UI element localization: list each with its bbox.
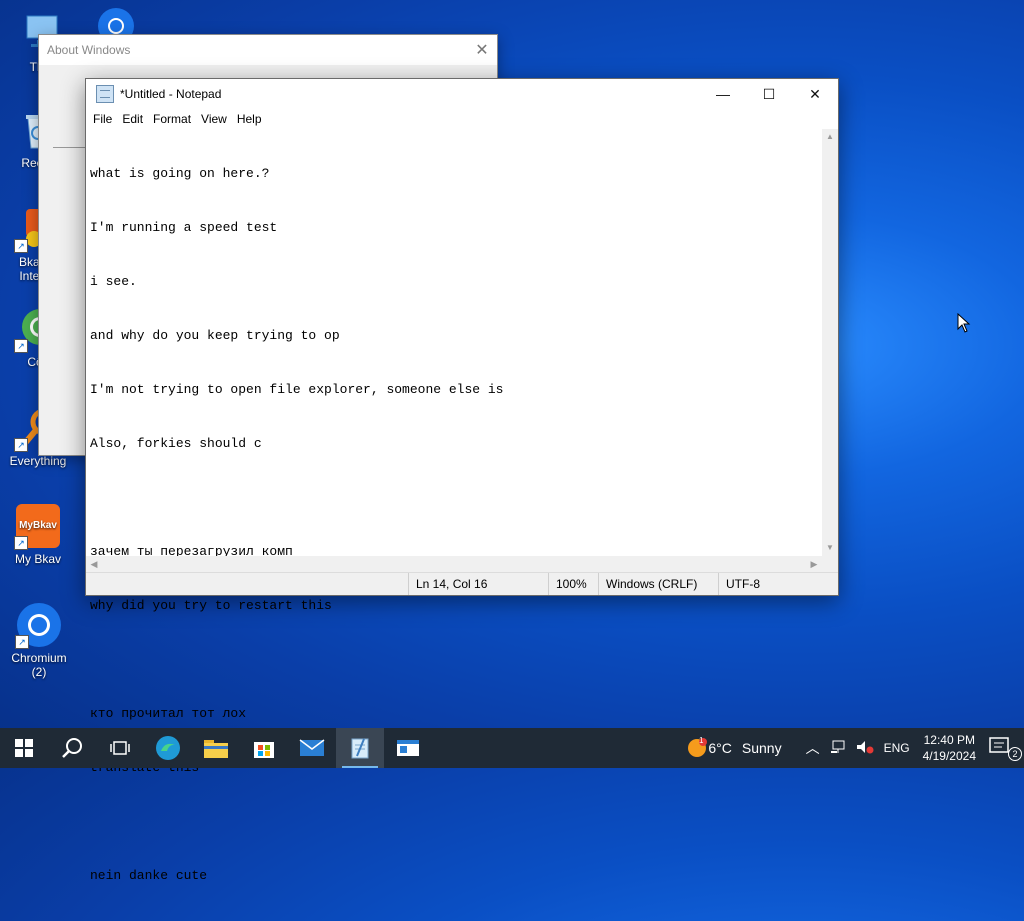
notepad-icon	[351, 738, 369, 759]
about-windows-title: About Windows	[47, 43, 131, 57]
folder-icon	[204, 740, 228, 758]
status-cursor-position: Ln 14, Col 16	[408, 573, 548, 595]
search-button[interactable]	[48, 728, 96, 768]
windows-logo-icon	[15, 739, 33, 757]
status-line-ending: Windows (CRLF)	[598, 573, 718, 595]
scroll-down-arrow-icon[interactable]: ▼	[822, 540, 838, 556]
menu-file[interactable]: File	[88, 112, 117, 126]
about-windows-titlebar[interactable]: About Windows ✕	[39, 35, 497, 65]
minimize-button[interactable]: —	[700, 79, 746, 109]
desktop-icon-label: Chromium (2)	[11, 651, 67, 679]
text-line: i see.	[90, 274, 137, 289]
show-hidden-icons-chevron-icon[interactable]: ︿	[801, 738, 825, 758]
shortcut-arrow-icon: ↗	[14, 536, 28, 550]
task-view-icon	[110, 741, 130, 755]
search-icon	[62, 738, 82, 758]
status-zoom: 100%	[548, 573, 598, 595]
shortcut-arrow-icon: ↗	[15, 635, 29, 649]
weather-temp: 6°C	[708, 740, 732, 756]
text-line: and why do you keep trying to op	[90, 328, 340, 343]
about-divider	[53, 147, 87, 148]
window-title: *Untitled - Notepad	[120, 87, 222, 101]
start-button[interactable]	[0, 728, 48, 768]
scroll-up-arrow-icon[interactable]: ▲	[822, 129, 838, 145]
clock[interactable]: 12:40 PM 4/19/2024	[915, 732, 984, 764]
clock-date: 4/19/2024	[922, 749, 976, 763]
sun-weather-icon	[687, 738, 707, 757]
text-line: кто прочитал тот лох	[90, 706, 247, 721]
text-line	[90, 489, 822, 507]
shortcut-arrow-icon: ↗	[14, 438, 28, 452]
text-line: I'm not trying to open file explorer, so…	[90, 382, 504, 397]
status-encoding: UTF-8	[718, 573, 836, 595]
taskbar-about-windows[interactable]	[384, 728, 432, 768]
about-close-button[interactable]: ✕	[467, 40, 497, 60]
scroll-left-arrow-icon[interactable]: ◀	[86, 556, 102, 572]
weather-badge: 1	[698, 735, 704, 745]
desktop-icon-my-bkav[interactable]: MyBkav ↗ My Bkav	[2, 502, 74, 566]
system-tray: 1 6°C Sunny ︿ ENG 12:40 PM 4/19/2024 2	[681, 728, 1024, 768]
text-line: why did you try to restart this	[90, 598, 332, 613]
taskbar-notepad[interactable]	[336, 728, 384, 768]
weather-widget[interactable]: 1 6°C Sunny	[681, 735, 787, 759]
taskbar-store[interactable]	[240, 728, 288, 768]
my-bkav-logo-text: MyBkav	[19, 520, 57, 531]
shortcut-arrow-icon: ↗	[14, 239, 28, 253]
text-line: Also, forkies should c	[90, 436, 262, 451]
text-line: what is going on here.?	[90, 166, 270, 181]
menu-edit[interactable]: Edit	[117, 112, 148, 126]
desktop-icon-chromium[interactable]: ↗ Chromium (2)	[3, 601, 75, 679]
text-editor[interactable]: what is going on here.? I'm running a sp…	[86, 129, 822, 883]
taskbar: 1 6°C Sunny ︿ ENG 12:40 PM 4/19/2024 2	[0, 728, 1024, 768]
weather-condition: Sunny	[741, 740, 782, 756]
shortcut-arrow-icon: ↗	[14, 339, 28, 353]
notepad-titlebar[interactable]: *Untitled - Notepad — ☐ ✕	[86, 79, 838, 109]
text-line: nein danke cute	[90, 868, 208, 883]
scroll-right-arrow-icon[interactable]: ▶	[806, 556, 822, 572]
task-view-button[interactable]	[96, 728, 144, 768]
taskbar-file-explorer[interactable]	[192, 728, 240, 768]
menu-view[interactable]: View	[196, 112, 232, 126]
winver-icon	[397, 740, 419, 756]
mail-icon	[299, 739, 325, 756]
close-button[interactable]: ✕	[792, 79, 838, 109]
menu-bar: File Edit Format View Help	[86, 109, 838, 129]
text-line: I'm running a speed test	[90, 220, 278, 235]
taskbar-mail[interactable]	[288, 728, 336, 768]
maximize-button[interactable]: ☐	[746, 79, 792, 109]
desktop-icon-label: My Bkav	[14, 552, 61, 566]
notification-center-button[interactable]: 2	[984, 736, 1024, 761]
notepad-window[interactable]: *Untitled - Notepad — ☐ ✕ File Edit Form…	[85, 78, 839, 883]
clock-time: 12:40 PM	[923, 733, 975, 747]
mouse-pointer-icon	[957, 313, 971, 333]
notification-count: 2	[1008, 746, 1022, 761]
taskbar-edge[interactable]	[144, 728, 192, 768]
volume-muted-icon[interactable]	[851, 740, 879, 757]
menu-help[interactable]: Help	[232, 112, 267, 126]
desktop-icon-label: Everything	[9, 454, 67, 468]
edge-browser-icon	[156, 736, 180, 760]
horizontal-scrollbar[interactable]: ◀ ▶	[86, 556, 822, 572]
menu-format[interactable]: Format	[148, 112, 196, 126]
language-indicator[interactable]: ENG	[879, 741, 915, 755]
chromium-icon: ↗	[15, 601, 63, 649]
text-line	[90, 813, 822, 831]
notepad-icon	[96, 85, 114, 103]
vertical-scrollbar[interactable]: ▲ ▼	[822, 129, 838, 556]
scrollbar-corner	[822, 556, 838, 572]
text-line	[90, 651, 822, 669]
status-bar: Ln 14, Col 16 100% Windows (CRLF) UTF-8	[86, 572, 838, 595]
store-icon	[254, 742, 274, 758]
my-bkav-icon: MyBkav ↗	[14, 502, 62, 550]
network-icon[interactable]	[825, 740, 851, 757]
